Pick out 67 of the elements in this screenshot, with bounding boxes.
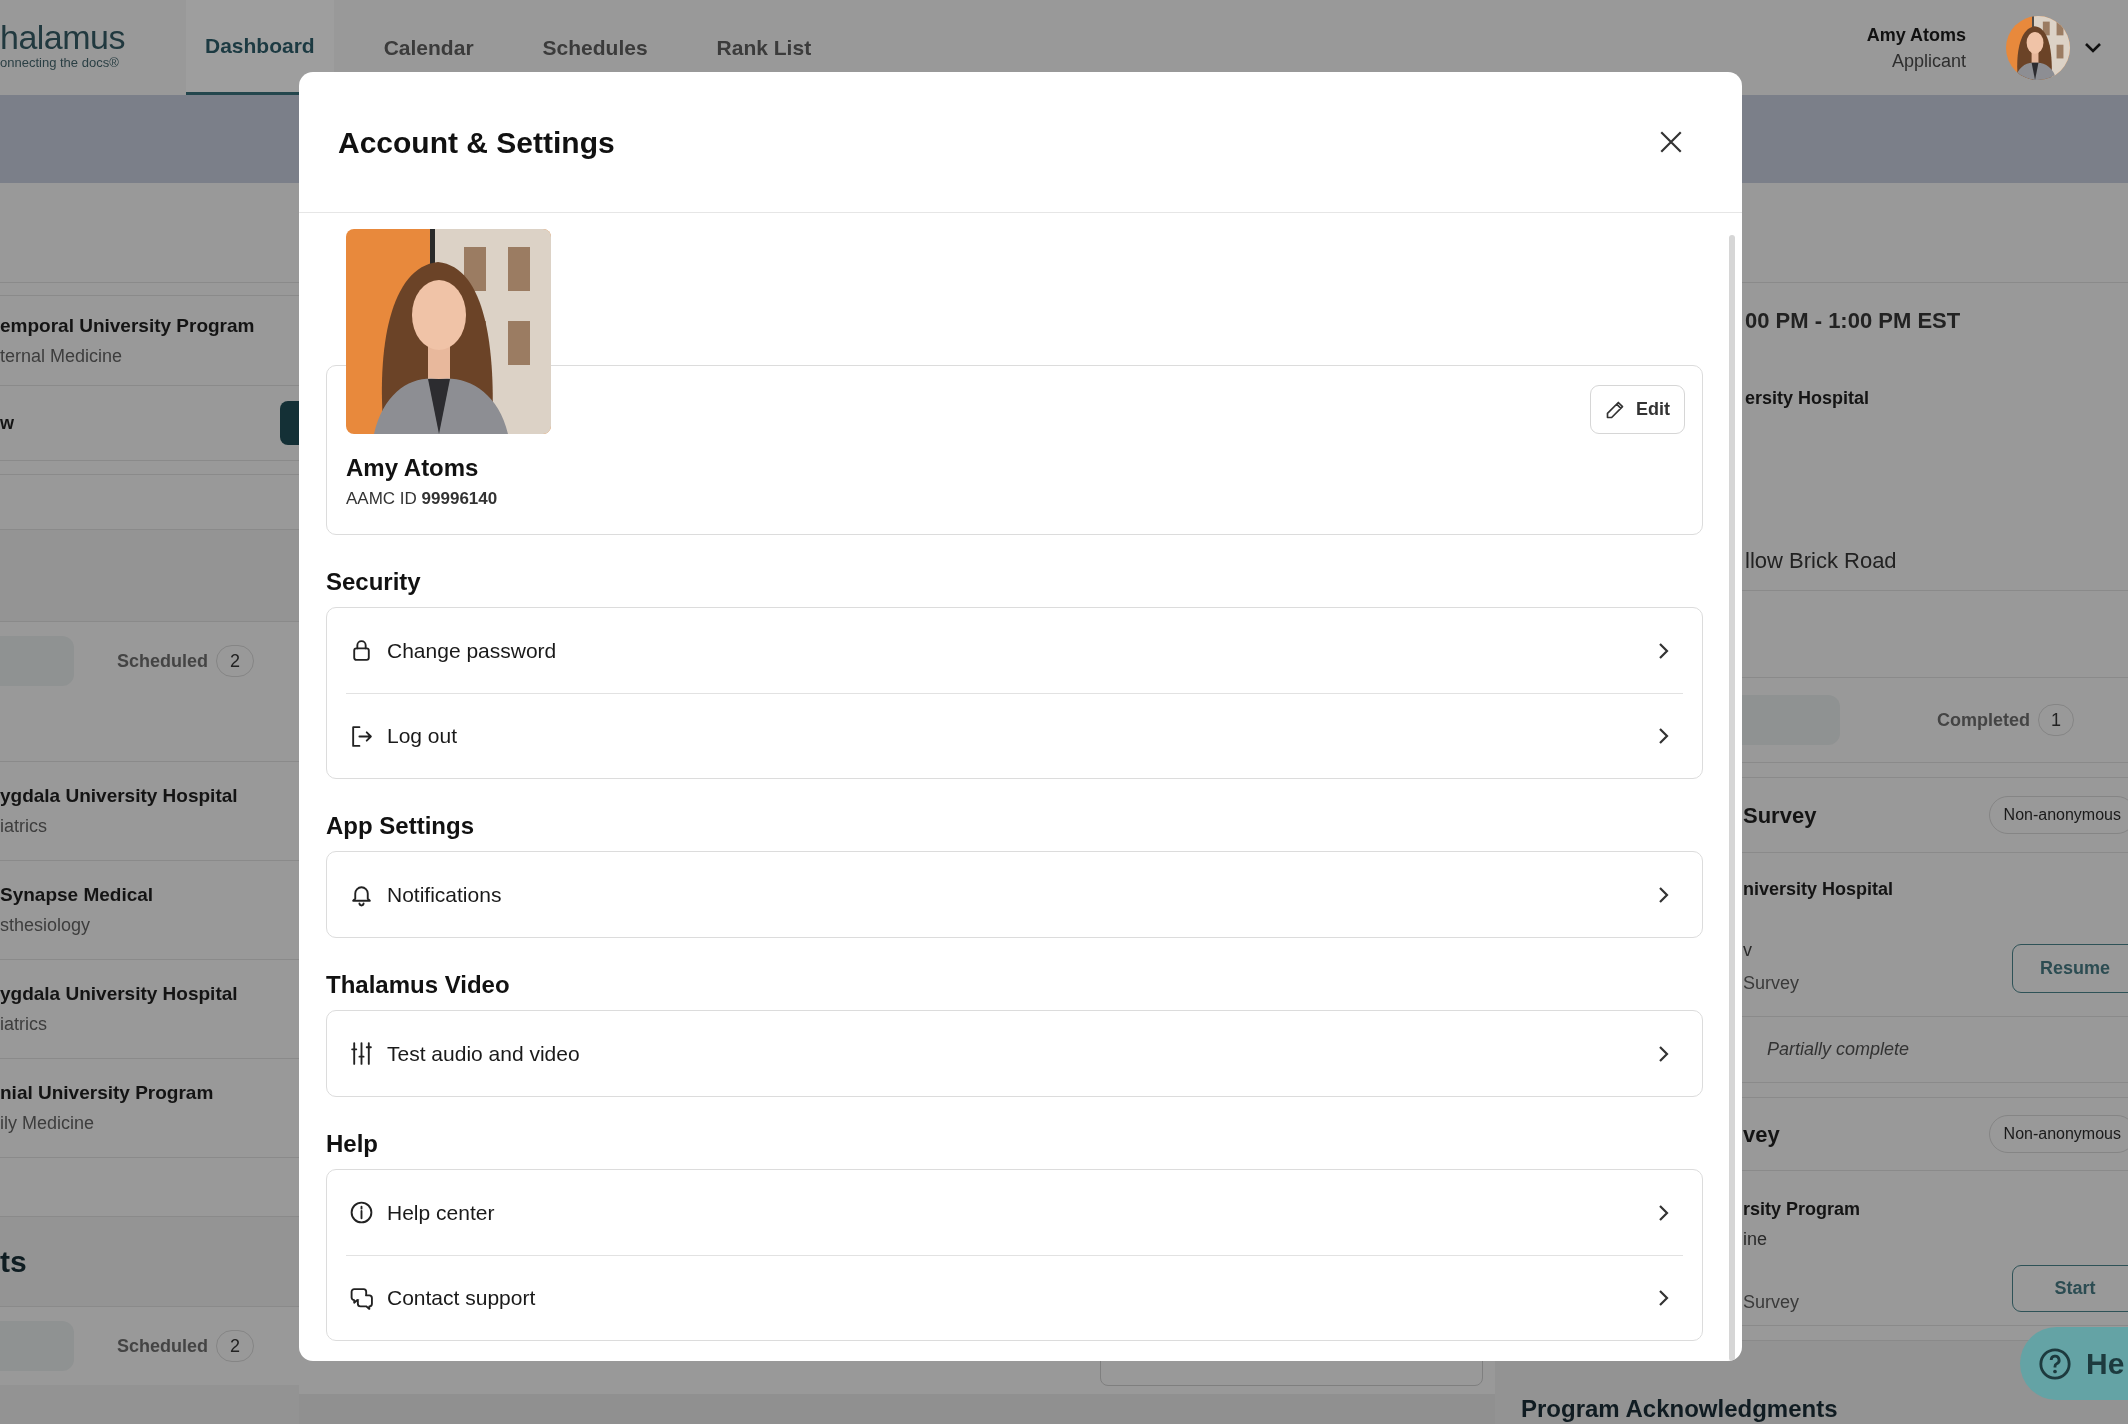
nav-tab[interactable]: Dashboard bbox=[186, 0, 334, 95]
program-name: ygdala University Hospital bbox=[0, 982, 239, 1006]
user-role: Applicant bbox=[1891, 49, 1966, 73]
survey-text: Survey bbox=[1743, 972, 1801, 994]
specialty-text: ily Medicine bbox=[0, 1112, 96, 1135]
survey-button[interactable]: Resume bbox=[2012, 944, 2128, 993]
chat-icon bbox=[349, 1285, 374, 1311]
row-label: w bbox=[0, 411, 14, 435]
nav-tab[interactable]: Schedules bbox=[523, 0, 667, 95]
survey-button[interactable]: Start bbox=[2012, 1265, 2128, 1312]
specialty-text: sthesiology bbox=[0, 914, 92, 937]
address-text: llow Brick Road bbox=[1745, 548, 1898, 574]
nav-tab[interactable]: Rank List bbox=[697, 0, 831, 95]
filter-tab-label[interactable]: Scheduled bbox=[117, 1332, 209, 1360]
logo-tagline: onnecting the docs® bbox=[0, 54, 120, 71]
section-heading: Security bbox=[326, 568, 422, 596]
program-name: niversity Hospital bbox=[1743, 878, 1894, 900]
scrollbar[interactable] bbox=[1729, 235, 1735, 1361]
survey-status: Partially complete bbox=[1767, 1038, 1910, 1061]
survey-text: v bbox=[1743, 939, 1753, 961]
location-name: ersity Hospital bbox=[1745, 387, 1871, 409]
chevron-down-icon[interactable] bbox=[2084, 41, 2102, 54]
survey-title: vey bbox=[1743, 1120, 1780, 1149]
edit-button[interactable]: Edit bbox=[1590, 385, 1685, 434]
help-icon bbox=[2038, 1346, 2072, 1381]
program-name: Synapse Medical bbox=[0, 883, 155, 907]
section-heading: App Settings bbox=[326, 812, 475, 840]
settings-item[interactable]: Log out bbox=[346, 693, 1683, 778]
sliders-icon bbox=[349, 1041, 374, 1066]
program-name: ygdala University Hospital bbox=[0, 784, 239, 808]
survey-text: Survey bbox=[1743, 1291, 1801, 1313]
event-time: 00 PM - 1:00 PM EST bbox=[1745, 308, 1962, 334]
action-button[interactable] bbox=[280, 401, 299, 445]
chevron-right-icon bbox=[1658, 885, 1669, 904]
settings-item[interactable]: Change password bbox=[346, 608, 1683, 693]
profile-name: Amy Atoms bbox=[346, 454, 480, 482]
section-heading: Help bbox=[326, 1130, 379, 1158]
survey-text: ine bbox=[1743, 1228, 1769, 1250]
settings-item[interactable]: Help center bbox=[346, 1170, 1683, 1255]
section-title: Program Acknowledgments bbox=[1521, 1395, 1838, 1422]
dialog-title: Account & Settings bbox=[338, 124, 615, 161]
survey-title: Survey bbox=[1743, 801, 1817, 830]
user-name: Amy Atoms bbox=[1866, 23, 1966, 47]
filter-tab-label[interactable]: Scheduled bbox=[117, 647, 209, 675]
chevron-right-icon bbox=[1658, 1289, 1669, 1307]
specialty-text: iatrics bbox=[0, 815, 48, 838]
chevron-right-icon bbox=[1658, 727, 1669, 745]
specialty-text: ternal Medicine bbox=[0, 344, 124, 368]
program-name: rsity Program bbox=[1743, 1198, 1861, 1220]
chevron-right-icon bbox=[1658, 1044, 1669, 1063]
exit-icon bbox=[349, 723, 374, 749]
chevron-right-icon bbox=[1658, 1203, 1669, 1222]
settings-item[interactable]: Contact support bbox=[346, 1255, 1683, 1340]
pencil-icon bbox=[1605, 399, 1625, 420]
section-heading: Thalamus Video bbox=[326, 971, 511, 999]
logo[interactable]: halamus bbox=[0, 18, 186, 55]
nav-tab[interactable]: Calendar bbox=[364, 0, 493, 95]
help-button[interactable]: He bbox=[2020, 1327, 2128, 1400]
specialty-text: iatrics bbox=[0, 1013, 48, 1036]
program-name: nial University Program bbox=[0, 1081, 215, 1105]
info-icon bbox=[349, 1200, 374, 1225]
profile-id: AAMC ID 99996140 bbox=[346, 488, 499, 510]
filter-tab-label[interactable]: Completed bbox=[1937, 706, 2030, 734]
section-title: ts bbox=[0, 1244, 27, 1280]
program-name: emporal University Program bbox=[0, 313, 256, 338]
close-icon bbox=[1658, 129, 1684, 155]
chevron-right-icon bbox=[1658, 641, 1669, 660]
